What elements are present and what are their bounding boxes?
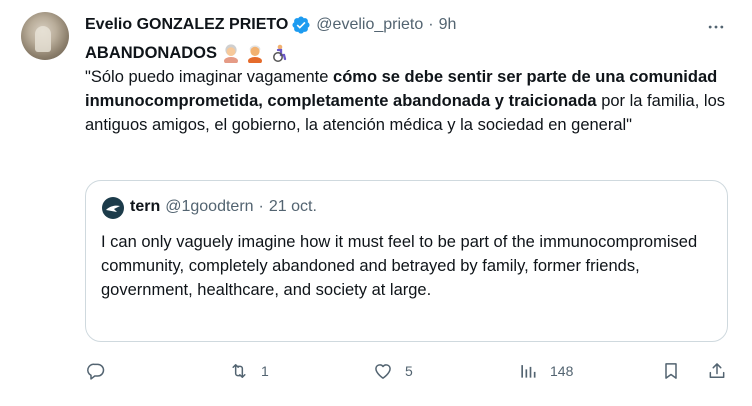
repost-icon — [232, 364, 246, 378]
views-button[interactable]: 148 — [518, 356, 573, 386]
heart-icon — [375, 364, 391, 379]
quoted-author-handle[interactable]: @1goodtern — [165, 198, 253, 216]
reply-icon — [87, 363, 105, 380]
reply-button[interactable] — [86, 356, 118, 386]
older-man-emoji — [245, 43, 265, 65]
older-woman-emoji — [221, 43, 241, 65]
author-display-name[interactable]: Evelio GONZALEZ PRIETO — [85, 16, 288, 34]
body-part-1: "Sólo puedo imaginar vagamente — [85, 68, 334, 86]
quoted-tweet-text: I can only vaguely imagine how it must f… — [101, 233, 698, 299]
repost-count: 1 — [261, 363, 269, 379]
share-icon — [709, 363, 725, 378]
quoted-tweet[interactable]: tern @1goodtern · 21 oct. I can only vag… — [85, 180, 728, 342]
verified-badge-icon[interactable] — [291, 15, 311, 35]
post-title: ABANDONADOS — [85, 44, 217, 62]
author-handle[interactable]: @evelio_prieto — [316, 16, 423, 34]
more-options-icon[interactable] — [702, 13, 730, 41]
tweet-header: Evelio GONZALEZ PRIETO @evelio_prieto · … — [85, 14, 456, 36]
views-count: 148 — [550, 363, 574, 379]
action-bar: 1 5 148 — [0, 356, 752, 386]
quoted-tweet-header: tern @1goodtern · 21 oct. — [130, 198, 317, 216]
repost-button[interactable]: 1 — [229, 356, 269, 386]
bookmark-icon — [665, 363, 677, 379]
post-body: "Sólo puedo imaginar vagamente cómo se d… — [85, 65, 725, 137]
post-title-line: ABANDONADOS — [85, 41, 725, 65]
like-count: 5 — [405, 363, 413, 379]
separator-dot: · — [428, 16, 434, 33]
views-bar-chart-icon — [521, 365, 536, 378]
quoted-author-avatar[interactable] — [102, 197, 124, 219]
post-time[interactable]: 9h — [439, 16, 457, 34]
tweet[interactable]: Evelio GONZALEZ PRIETO @evelio_prieto · … — [0, 0, 752, 406]
quoted-separator-dot: · — [258, 198, 264, 215]
like-button[interactable]: 5 — [373, 356, 413, 386]
avatar[interactable] — [21, 12, 69, 60]
quoted-post-time[interactable]: 21 oct. — [269, 198, 317, 216]
share-button[interactable] — [707, 356, 727, 386]
bookmark-button[interactable] — [661, 356, 681, 386]
quoted-author-display-name[interactable]: tern — [130, 198, 160, 216]
person-in-wheelchair-emoji — [269, 43, 289, 63]
